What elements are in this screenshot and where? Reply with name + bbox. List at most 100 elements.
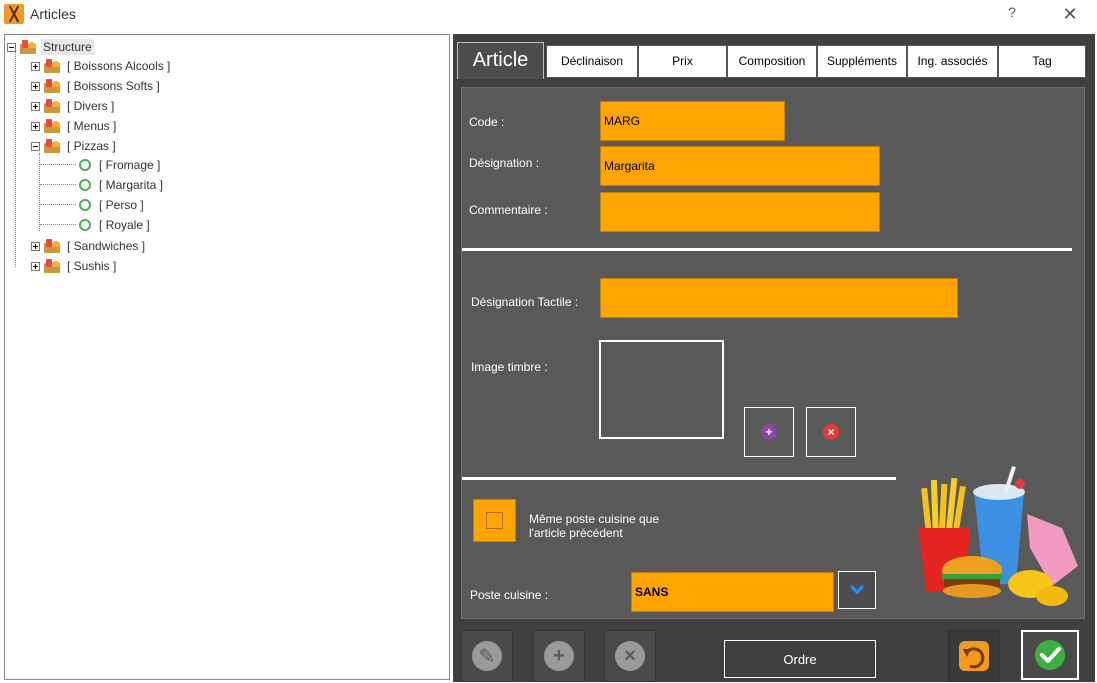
tree-node-category[interactable]: [ Divers ] [31,97,116,115]
add-image-button[interactable]: + [744,407,794,457]
same-station-checkbox[interactable] [473,499,516,542]
same-station-label-line1: Même poste cuisine que [529,512,660,526]
tree-node-article[interactable]: [ Margarita ] [79,176,165,194]
tree-node-category[interactable]: [ Menus ] [31,117,118,135]
expand-icon[interactable] [31,121,40,131]
edit-button[interactable]: ✎ [461,630,513,682]
tree-node-label: [ Menus ] [67,119,117,133]
tree-connector [40,204,76,205]
expand-icon[interactable] [31,261,40,271]
remove-image-button[interactable]: × [806,407,856,457]
plus-circle-icon: + [761,424,777,440]
chevron-down-icon [849,580,865,595]
designation-field[interactable]: Margarita [600,146,880,186]
tree-connector [40,164,76,165]
tab-declinaison[interactable]: Déclinaison [546,45,638,78]
tree-node-label: Structure [41,39,94,55]
tree-node-label: [ Divers ] [67,99,115,113]
undo-button[interactable] [948,630,1000,682]
poste-cuisine-select[interactable]: SANS [631,572,834,612]
delete-button[interactable]: × [604,630,656,682]
tree-node-label: [ Margarita ] [99,178,164,192]
expand-icon[interactable] [31,101,40,111]
tree-node-category[interactable]: [ Sandwiches ] [31,237,147,255]
category-food-icon [43,78,61,94]
fast-food-illustration-icon [918,466,1078,606]
section-divider [462,248,1072,251]
tree-node-label: [ Boissons Softs ] [67,79,160,93]
tab-ing-associes[interactable]: Ing. associés [907,45,998,78]
plus-icon: + [544,641,574,671]
designation-tactile-field[interactable] [600,278,958,318]
tree-node-category[interactable]: [ Boissons Softs ] [31,77,162,95]
same-station-label-line2: l'article précédent [529,526,623,540]
code-field[interactable]: MARG [600,101,785,141]
tab-composition[interactable]: Composition [727,45,817,78]
section-divider [462,477,896,480]
image-timbre-label: Image timbre : [471,360,548,374]
tree-node-label: [ Boissons Alcools ] [67,59,171,73]
undo-icon [959,641,989,671]
delete-icon: × [615,641,645,671]
commentaire-field[interactable] [600,192,880,232]
tree-connector [40,224,76,225]
designation-tactile-label: Désignation Tactile : [471,295,579,309]
article-circle-icon [79,159,91,171]
commentaire-label: Commentaire : [469,203,548,217]
poste-cuisine-label: Poste cuisine : [470,588,549,602]
article-circle-icon [79,219,91,231]
article-editor-panel: Article Déclinaison Prix Composition Sup… [453,34,1095,682]
category-food-icon [43,258,61,274]
ordre-button[interactable]: Ordre [724,640,876,678]
expand-icon[interactable] [31,81,40,91]
category-food-icon [43,118,61,134]
tree-node-category[interactable]: [ Sushis ] [31,257,118,275]
checkbox-box [486,512,503,529]
edit-icon: ✎ [472,641,502,671]
tab-supplements[interactable]: Suppléments [817,45,907,78]
article-circle-icon [79,199,91,211]
category-food-icon [43,58,61,74]
image-timbre-preview[interactable] [599,340,724,439]
category-tree[interactable]: Structure [ Boissons Alcools ] [ Boisson… [4,34,450,680]
title-bar: Articles ? ✕ [0,0,1097,32]
tree-node-root[interactable]: Structure [7,38,94,56]
tree-node-label: [ Sushis ] [67,259,117,273]
collapse-icon[interactable] [31,141,40,151]
tree-node-article[interactable]: [ Perso ] [79,196,146,214]
category-food-icon [43,98,61,114]
tab-article[interactable]: Article [457,42,544,79]
tab-tag[interactable]: Tag [998,45,1086,78]
check-icon [1035,640,1065,670]
tree-node-label: [ Sandwiches ] [67,239,146,253]
tab-prix[interactable]: Prix [638,45,727,78]
x-circle-icon: × [823,424,839,440]
tree-node-label: [ Royale ] [99,218,150,232]
app-logo-icon [4,4,24,24]
tree-node-label: [ Fromage ] [99,158,161,172]
article-circle-icon [79,179,91,191]
tree-node-label: [ Perso ] [99,198,144,212]
category-food-icon [19,39,37,55]
help-button[interactable]: ? [1003,4,1021,24]
close-button[interactable]: ✕ [1058,2,1082,26]
add-button[interactable]: + [533,630,585,682]
expand-icon[interactable] [31,241,40,251]
window-title: Articles [30,6,76,22]
tree-node-article[interactable]: [ Fromage ] [79,156,162,174]
tab-bar: Article Déclinaison Prix Composition Sup… [457,42,1089,79]
designation-label: Désignation : [469,156,540,170]
category-food-icon [43,138,61,154]
tree-node-category[interactable]: [ Pizzas ] [31,137,118,155]
tree-node-article[interactable]: [ Royale ] [79,216,152,234]
collapse-icon[interactable] [7,42,16,52]
poste-cuisine-dropdown-button[interactable] [838,571,876,609]
confirm-button[interactable] [1021,630,1079,680]
tree-node-label: [ Pizzas ] [67,139,116,153]
tree-node-category[interactable]: [ Boissons Alcools ] [31,57,172,75]
article-form: Code : MARG Désignation : Margarita Comm… [461,87,1085,619]
tree-connector [40,184,76,185]
expand-icon[interactable] [31,61,40,71]
category-food-icon [43,238,61,254]
same-station-label: Même poste cuisine que l'article précéde… [529,512,659,540]
